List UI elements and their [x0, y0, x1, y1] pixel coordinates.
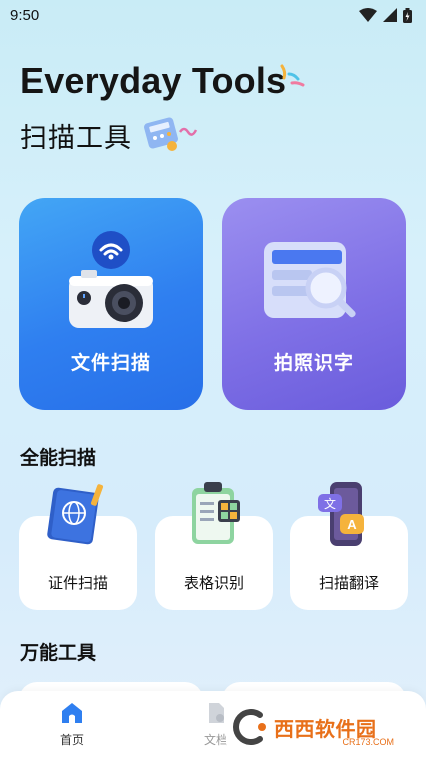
passport-icon — [47, 484, 104, 545]
signal-icon — [383, 8, 397, 22]
section-scan-title: 全能扫描 — [20, 447, 97, 469]
table-ocr-label: 表格识别 — [183, 574, 244, 592]
app-title: Everyday Tools — [20, 60, 287, 101]
nav-home-label: 首页 — [59, 733, 84, 747]
file-scan-label: 文件扫描 — [70, 352, 151, 374]
watermark-sub: CR173.COM — [342, 737, 394, 747]
document-magnifier-icon — [264, 242, 356, 318]
svg-text:文: 文 — [324, 496, 336, 511]
camera-wifi-icon — [69, 231, 153, 328]
calculator-illustration-icon — [144, 117, 198, 151]
watermark: 西西软件园 CR173.COM — [226, 705, 408, 749]
phone-translate-icon: 文 A — [318, 482, 364, 546]
battery-icon — [403, 7, 412, 23]
photo-ocr-card[interactable]: 拍照识字 — [222, 198, 406, 410]
id-scan-label: 证件扫描 — [47, 574, 108, 592]
nav-home[interactable]: 首页 — [42, 701, 102, 748]
clipboard-table-icon — [192, 482, 240, 544]
status-bar: 9:50 — [0, 0, 426, 30]
watermark-logo-icon — [233, 709, 266, 745]
app-subtitle: 扫描工具 — [20, 123, 132, 154]
section-tools-title: 万能工具 — [20, 642, 97, 664]
document-icon — [209, 703, 224, 723]
photo-ocr-label: 拍照识字 — [273, 352, 354, 374]
status-icons — [359, 7, 412, 23]
file-scan-card[interactable]: 文件扫描 — [19, 198, 203, 410]
home-icon — [62, 703, 82, 723]
status-time: 9:50 — [10, 6, 40, 24]
scan-translate-label: 扫描翻译 — [318, 574, 379, 592]
svg-text:A: A — [347, 517, 357, 532]
sparkle-icon — [280, 64, 305, 87]
wifi-icon — [359, 8, 377, 22]
